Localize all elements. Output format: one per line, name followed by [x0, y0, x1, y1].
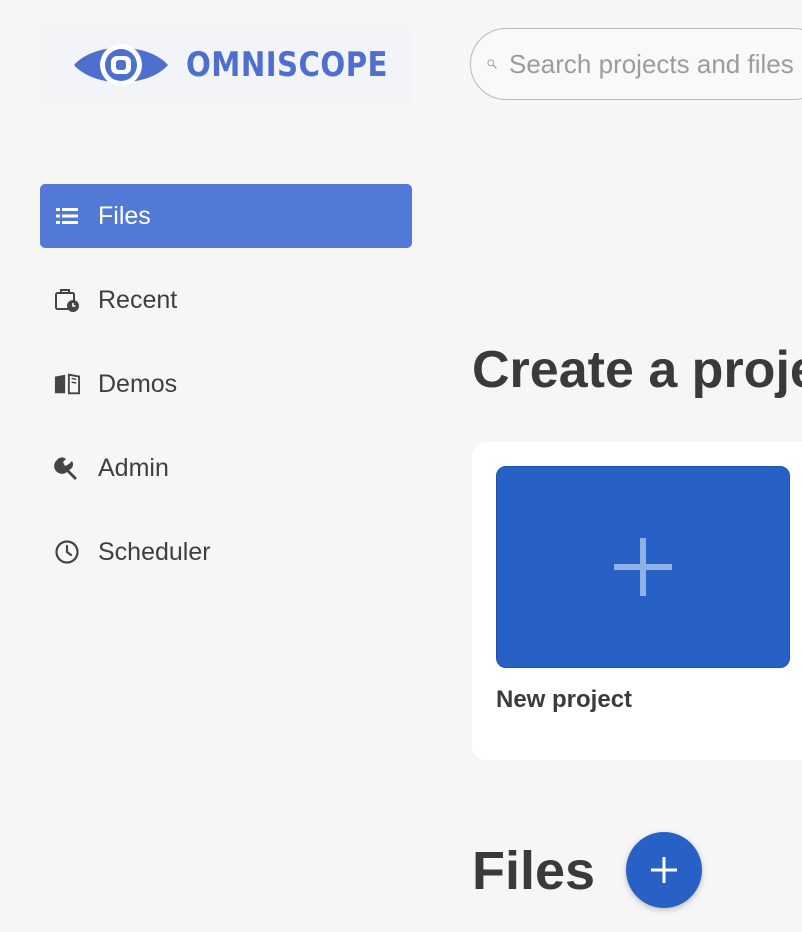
new-project-label: New project	[496, 686, 633, 713]
create-project-heading: Create a project	[472, 341, 802, 399]
sidebar-item-demos[interactable]: Demos	[40, 352, 412, 416]
omniscope-home: OMNISCOPE Files	[0, 0, 802, 932]
sidebar-item-files[interactable]: Files	[40, 184, 412, 248]
clock-icon	[54, 539, 80, 565]
sidebar-item-label: Scheduler	[98, 537, 211, 566]
list-icon	[54, 203, 80, 229]
sidebar-item-admin[interactable]: Admin	[40, 436, 412, 500]
open-book-icon	[54, 371, 80, 397]
new-project-button[interactable]	[496, 466, 790, 668]
search-input[interactable]	[509, 48, 802, 80]
files-heading: Files	[472, 841, 596, 901]
new-project-card: New project	[472, 442, 802, 760]
plus-icon	[614, 538, 672, 596]
sidebar-item-label: Recent	[98, 285, 178, 314]
sidebar-item-label: Admin	[98, 453, 169, 482]
eye-logo-icon	[73, 44, 168, 86]
sidebar-item-label: Demos	[98, 369, 178, 398]
search-box[interactable]	[470, 28, 802, 100]
sidebar-item-scheduler[interactable]: Scheduler	[40, 520, 412, 584]
sidebar-nav: Files Recent Demos Admin Scheduler	[40, 184, 412, 604]
sidebar-item-recent[interactable]: Recent	[40, 268, 412, 332]
sidebar-item-label: Files	[98, 201, 151, 230]
plus-icon	[651, 857, 677, 883]
add-file-button[interactable]	[626, 832, 702, 908]
brand-name: OMNISCOPE	[185, 45, 388, 85]
logo[interactable]: OMNISCOPE	[40, 26, 412, 104]
briefcase-clock-icon	[54, 287, 80, 313]
search-icon	[487, 59, 497, 69]
wrench-icon	[54, 455, 80, 481]
